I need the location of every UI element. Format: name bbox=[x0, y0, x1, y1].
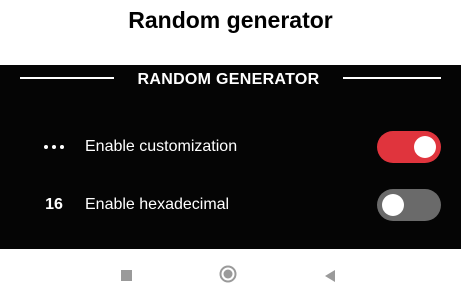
setting-row-hexadecimal[interactable]: 16 Enable hexadecimal bbox=[0, 187, 461, 223]
customization-toggle[interactable] bbox=[377, 131, 441, 163]
page-title: Random generator bbox=[128, 7, 333, 33]
toggle-knob bbox=[414, 136, 436, 158]
settings-panel: RANDOM GENERATOR Enable customization 16… bbox=[0, 65, 461, 249]
header-divider-right bbox=[343, 77, 441, 79]
section-title: RANDOM GENERATOR bbox=[137, 71, 320, 88]
toggle-knob bbox=[382, 194, 404, 216]
hexadecimal-icon: 16 bbox=[45, 196, 63, 213]
customization-label: Enable customization bbox=[85, 138, 238, 155]
setting-row-customization[interactable]: Enable customization bbox=[0, 129, 461, 165]
more-dots-icon bbox=[44, 145, 64, 149]
navigation-bar bbox=[0, 258, 461, 291]
header-divider-left bbox=[20, 77, 114, 79]
app-screen: Random generator RANDOM GENERATOR Enable… bbox=[0, 0, 461, 291]
recents-square-icon[interactable] bbox=[121, 270, 132, 281]
back-triangle-icon[interactable] bbox=[323, 269, 337, 283]
hexadecimal-toggle[interactable] bbox=[377, 189, 441, 221]
section-header: RANDOM GENERATOR bbox=[0, 65, 461, 95]
hexadecimal-label: Enable hexadecimal bbox=[85, 196, 230, 213]
home-circle-icon[interactable] bbox=[219, 265, 237, 283]
